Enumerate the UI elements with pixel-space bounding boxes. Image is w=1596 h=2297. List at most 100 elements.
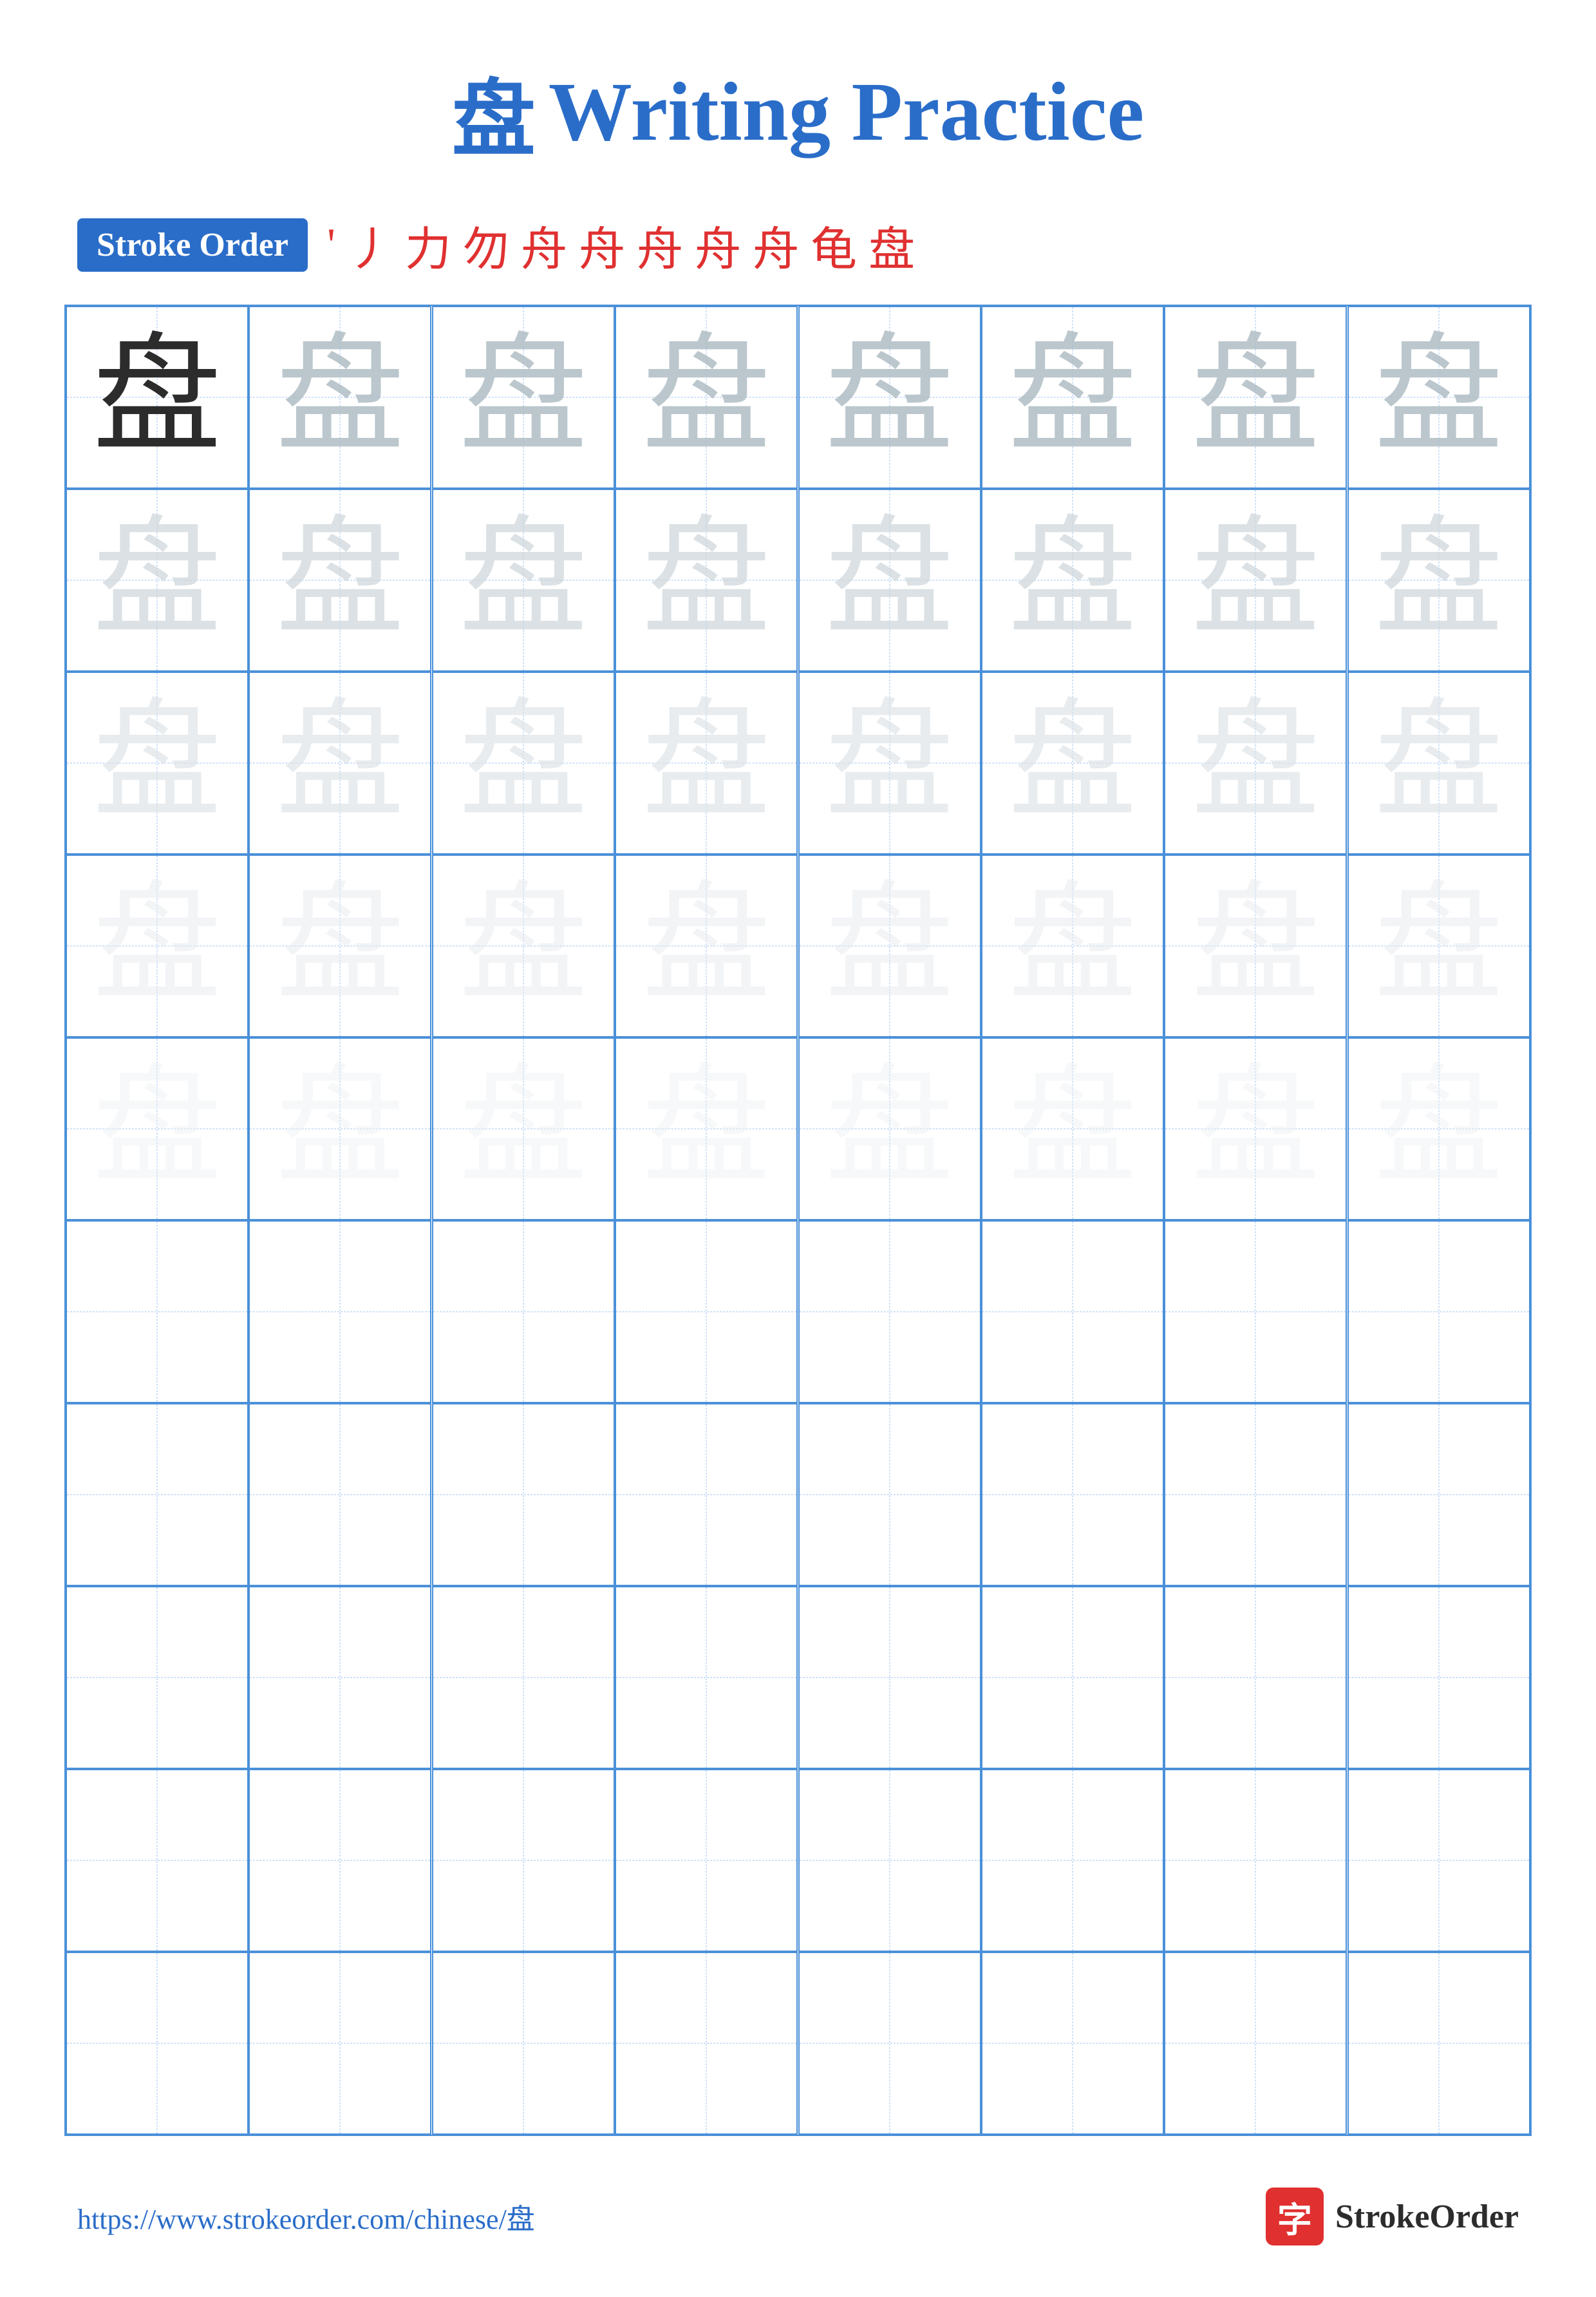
grid-cell-empty[interactable] [66,1586,249,1769]
footer-url[interactable]: https://www.strokeorder.com/chinese/盘 [77,2196,535,2237]
grid-cell-empty[interactable] [66,1769,249,1952]
grid-cell-empty[interactable] [432,1586,615,1769]
grid-cell[interactable]: 盘 [981,855,1164,1037]
grid-cell[interactable]: 盘 [1164,489,1347,672]
practice-char: 盘 [276,882,404,1010]
grid-cell-empty[interactable] [1164,1952,1347,2135]
grid-cell[interactable]: 盘 [1347,1037,1530,1220]
practice-char: 盘 [276,333,404,462]
grid-cell-empty[interactable] [981,1586,1164,1769]
grid-cell[interactable]: 盘 [981,306,1164,489]
grid-cell-empty[interactable] [1347,1403,1530,1586]
grid-cell-empty[interactable] [432,1952,615,2135]
grid-cell-empty[interactable] [615,1769,798,1952]
grid-cell-empty[interactable] [615,1952,798,2135]
grid-cell-empty[interactable] [615,1220,798,1403]
grid-cell[interactable]: 盘 [66,1037,249,1220]
grid-cell-empty[interactable] [249,1769,431,1952]
practice-char: 盘 [1008,699,1137,827]
grid-cell-empty[interactable] [1164,1403,1347,1586]
grid-cell[interactable]: 盘 [1347,306,1530,489]
grid-cell[interactable]: 盘 [432,489,615,672]
grid-cell-empty[interactable] [798,1403,981,1586]
grid-cell-empty[interactable] [1164,1769,1347,1952]
grid-cell[interactable]: 盘 [1164,672,1347,855]
grid-cell[interactable]: 盘 [249,1037,431,1220]
grid-cell-empty[interactable] [1164,1220,1347,1403]
practice-char: 盘 [1191,333,1320,462]
grid-cell[interactable]: 盘 [249,855,431,1037]
grid-cell[interactable]: 盘 [1164,1037,1347,1220]
practice-char: 盘 [459,882,588,1010]
grid-cell[interactable]: 盘 [66,489,249,672]
grid-cell-empty[interactable] [432,1769,615,1952]
grid-cell-empty[interactable] [1347,1769,1530,1952]
grid-cell-empty[interactable] [798,1769,981,1952]
grid-cell-empty[interactable] [1347,1586,1530,1769]
grid-cell[interactable]: 盘 [1347,672,1530,855]
grid-cell-empty[interactable] [981,1769,1164,1952]
grid-cell[interactable]: 盘 [615,306,798,489]
practice-char: 盘 [459,333,588,462]
grid-cell[interactable]: 盘 [798,1037,981,1220]
grid-cell[interactable]: 盘 [66,855,249,1037]
grid-cell-empty[interactable] [615,1586,798,1769]
grid-cell-empty[interactable] [981,1220,1164,1403]
grid-cell[interactable]: 盘 [432,1037,615,1220]
practice-char: 盘 [93,882,221,1010]
grid-cell[interactable]: 盘 [1164,306,1347,489]
grid-cell[interactable]: 盘 [1347,855,1530,1037]
grid-cell[interactable]: 盘 [432,855,615,1037]
grid-cell[interactable]: 盘 [798,672,981,855]
grid-cell-empty[interactable] [66,1952,249,2135]
grid-cell[interactable]: 盘 [66,306,249,489]
practice-char: 盘 [276,699,404,827]
grid-cell-empty[interactable] [981,1952,1164,2135]
practice-char: 盘 [1375,333,1503,462]
grid-cell[interactable]: 盘 [249,489,431,672]
grid-cell-empty[interactable] [66,1403,249,1586]
grid-cell[interactable]: 盘 [249,306,431,489]
grid-cell-empty[interactable] [249,1403,431,1586]
grid-cell-empty[interactable] [249,1220,431,1403]
stroke-7: 舟 [637,211,683,279]
grid-cell[interactable]: 盘 [615,672,798,855]
grid-cell[interactable]: 盘 [1164,855,1347,1037]
grid-cell[interactable]: 盘 [1347,489,1530,672]
grid-cell[interactable]: 盘 [615,1037,798,1220]
grid-cell[interactable]: 盘 [615,855,798,1037]
practice-char: 盘 [1191,699,1320,827]
grid-cell[interactable]: 盘 [432,672,615,855]
grid-cell-empty[interactable] [798,1220,981,1403]
grid-cell-empty[interactable] [798,1952,981,2135]
stroke-5: 舟 [521,211,567,279]
practice-char: 盘 [93,333,221,462]
grid-cell-empty[interactable] [66,1220,249,1403]
grid-cell[interactable]: 盘 [798,489,981,672]
practice-char: 盘 [825,333,953,462]
grid-cell-empty[interactable] [432,1403,615,1586]
grid-cell[interactable]: 盘 [432,306,615,489]
grid-cell[interactable]: 盘 [615,489,798,672]
grid-cell[interactable]: 盘 [981,489,1164,672]
grid-cell[interactable]: 盘 [798,306,981,489]
grid-cell[interactable]: 盘 [798,855,981,1037]
practice-grid[interactable]: 盘 盘 盘 盘 盘 盘 盘 盘 盘 盘 盘 [64,305,1532,2136]
stroke-sequence: ' 丿 力 勿 舟 舟 舟 舟 舟 龟 盘 [327,211,915,279]
grid-cell-empty[interactable] [249,1586,431,1769]
grid-cell-empty[interactable] [615,1403,798,1586]
grid-cell[interactable]: 盘 [981,672,1164,855]
grid-cell[interactable]: 盘 [981,1037,1164,1220]
grid-cell-empty[interactable] [432,1220,615,1403]
grid-cell-empty[interactable] [798,1586,981,1769]
practice-char: 盘 [459,699,588,827]
grid-cell[interactable]: 盘 [249,672,431,855]
grid-cell-empty[interactable] [1164,1586,1347,1769]
grid-cell-empty[interactable] [249,1952,431,2135]
practice-char: 盘 [1191,1064,1320,1193]
stroke-1: ' [327,218,335,272]
grid-cell-empty[interactable] [981,1403,1164,1586]
grid-cell[interactable]: 盘 [66,672,249,855]
grid-cell-empty[interactable] [1347,1952,1530,2135]
grid-cell-empty[interactable] [1347,1220,1530,1403]
